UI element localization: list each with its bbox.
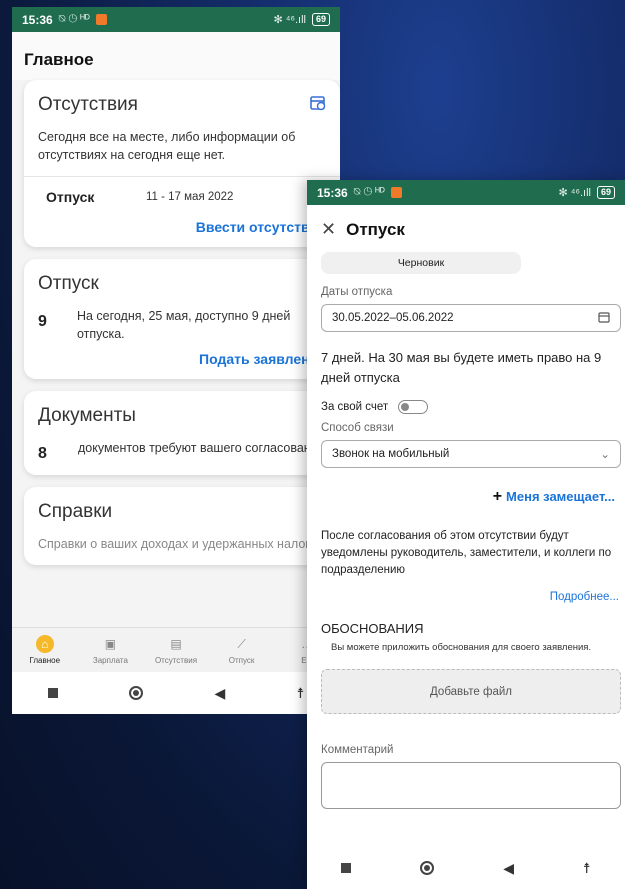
approval-note: После согласования об этом отсутствии бу… — [321, 530, 612, 576]
own-expense-toggle[interactable] — [398, 400, 429, 414]
battery-icon: 69 — [311, 13, 330, 26]
vacation-days-number: 9 — [38, 313, 47, 330]
status-icons: ⍉ ◷ ᴴᴰ — [353, 186, 385, 198]
home-screen: 15:36 ⍉ ◷ ᴴᴰ ✻ ⁴⁶.ıll 69 Главное Отсутст… — [12, 7, 340, 714]
contact-select[interactable]: Звонок на мобильный ⌄ — [321, 440, 621, 468]
replaces-label: Меня замещает... — [506, 489, 615, 504]
status-bar: 15:36 ⍉ ◷ ᴴᴰ ✻ ⁴⁶.ıll 69 — [307, 180, 625, 205]
documents-number: 8 — [38, 445, 47, 462]
more-link[interactable]: Подробнее... — [307, 591, 619, 603]
nav-vacation-label: Отпуск — [228, 656, 255, 665]
app-notification-icon — [95, 14, 107, 25]
absences-title: Отсутствия — [38, 94, 138, 115]
wallet-icon: ▣ — [104, 637, 117, 651]
certificates-card[interactable]: Справки Справки о ваших доходах и удержа… — [24, 487, 340, 565]
nav-salary[interactable]: ▣ Зарплата — [80, 635, 140, 665]
battery-icon: 69 — [596, 186, 615, 199]
vacation-text: На сегодня, 25 мая, доступно 9 дней отпу… — [76, 309, 291, 341]
documents-title: Документы — [38, 405, 136, 426]
certificates-title: Справки — [38, 501, 113, 522]
absence-row[interactable]: Отпуск 11 - 17 мая 2022 — [24, 176, 340, 205]
page-title: Главное — [12, 32, 340, 80]
nav-salary-label: Зарплата — [92, 656, 128, 665]
nav-absences[interactable]: ▤ Отсутствия — [146, 635, 206, 665]
status-bar: 15:36 ⍉ ◷ ᴴᴰ ✻ ⁴⁶.ıll 69 — [12, 7, 340, 32]
calendar-icon — [598, 311, 610, 326]
nav-home[interactable]: ⌂ Главное — [15, 635, 75, 665]
calendar-clock-icon — [310, 95, 326, 116]
system-navigation: ◀ ☨ — [12, 672, 340, 714]
vacation-form-screen: 15:36 ⍉ ◷ ᴴᴰ ✻ ⁴⁶.ıll 69 ✕ Отпуск Чернов… — [307, 180, 625, 889]
submit-request-link[interactable]: Подать заявление — [38, 351, 326, 367]
nav-vacation[interactable]: ⟋ Отпуск — [212, 635, 272, 665]
own-expense-row: За свой счет — [321, 400, 625, 414]
documents-card[interactable]: Документы 8 документов требуют вашего со… — [24, 391, 340, 475]
dates-value: 30.05.2022–05.06.2022 — [332, 312, 454, 324]
add-file-button[interactable]: Добавьте файл — [321, 669, 621, 714]
reasons-title: ОБОСНОВАНИЯ — [321, 621, 424, 636]
dates-field[interactable]: 30.05.2022–05.06.2022 — [321, 304, 621, 332]
nav-absences-label: Отсутствия — [154, 656, 198, 665]
accessibility-icon[interactable]: ☨ — [583, 860, 591, 877]
home-button[interactable] — [129, 686, 144, 700]
add-replacement-link[interactable]: + Меня замещает... — [307, 488, 615, 506]
dates-label: Даты отпуска — [321, 286, 393, 298]
plus-icon: + — [492, 488, 503, 505]
signal-icon: ✻ ⁴⁶.ıll — [558, 187, 591, 199]
home-button[interactable] — [420, 861, 435, 875]
certificates-text: Справки о ваших доходах и удержанных нал… — [38, 537, 323, 551]
absence-type: Отпуск — [46, 189, 95, 205]
own-expense-label: За свой счет — [321, 401, 389, 413]
chevron-down-icon: ⌄ — [600, 449, 610, 461]
back-button[interactable]: ◀ — [503, 860, 514, 877]
bottom-navigation: ⌂ Главное ▣ Зарплата ▤ Отсутствия ⟋ Отпу… — [12, 627, 340, 672]
form-title: Отпуск — [346, 219, 405, 239]
enter-absence-link[interactable]: Ввести отсутствие — [38, 219, 326, 235]
app-notification-icon — [390, 187, 402, 198]
vacation-info: 7 дней. На 30 мая вы будете иметь право … — [321, 350, 602, 385]
form-header: ✕ Отпуск — [307, 205, 625, 252]
home-icon: ⌂ — [35, 635, 54, 653]
absences-card[interactable]: Отсутствия Сегодня все на месте, либо ин… — [24, 80, 340, 247]
status-time: 15:36 — [317, 185, 348, 200]
absence-dates: 11 - 17 мая 2022 — [146, 191, 234, 203]
reasons-hint: Вы можете приложить обоснования для свое… — [331, 642, 592, 653]
close-icon[interactable]: ✕ — [321, 219, 336, 240]
vacation-card[interactable]: Отпуск 9 На сегодня, 25 мая, доступно 9 … — [24, 259, 340, 379]
comment-input[interactable] — [321, 762, 621, 809]
recent-apps-button[interactable] — [47, 688, 58, 698]
documents-text: документов требуют вашего согласования — [78, 441, 325, 455]
absences-text: Сегодня все на месте, либо информации об… — [38, 130, 296, 162]
system-navigation: ◀ ☨ — [307, 847, 625, 889]
accessibility-icon[interactable]: ☨ — [297, 685, 305, 702]
comment-label: Комментарий — [321, 744, 394, 756]
status-badge: Черновик — [321, 252, 521, 274]
vacation-title: Отпуск — [38, 273, 99, 294]
status-icons: ⍉ ◷ ᴴᴰ — [58, 13, 90, 25]
contact-value: Звонок на мобильный — [332, 448, 450, 460]
contact-label: Способ связи — [321, 422, 394, 434]
status-time: 15:36 — [22, 12, 53, 27]
nav-home-label: Главное — [29, 656, 61, 665]
recent-apps-button[interactable] — [341, 863, 352, 873]
back-button[interactable]: ◀ — [214, 685, 225, 702]
signal-icon: ✻ ⁴⁶.ıll — [273, 14, 306, 26]
calendar-icon: ▤ — [170, 637, 182, 651]
beach-icon: ⟋ — [237, 637, 246, 651]
